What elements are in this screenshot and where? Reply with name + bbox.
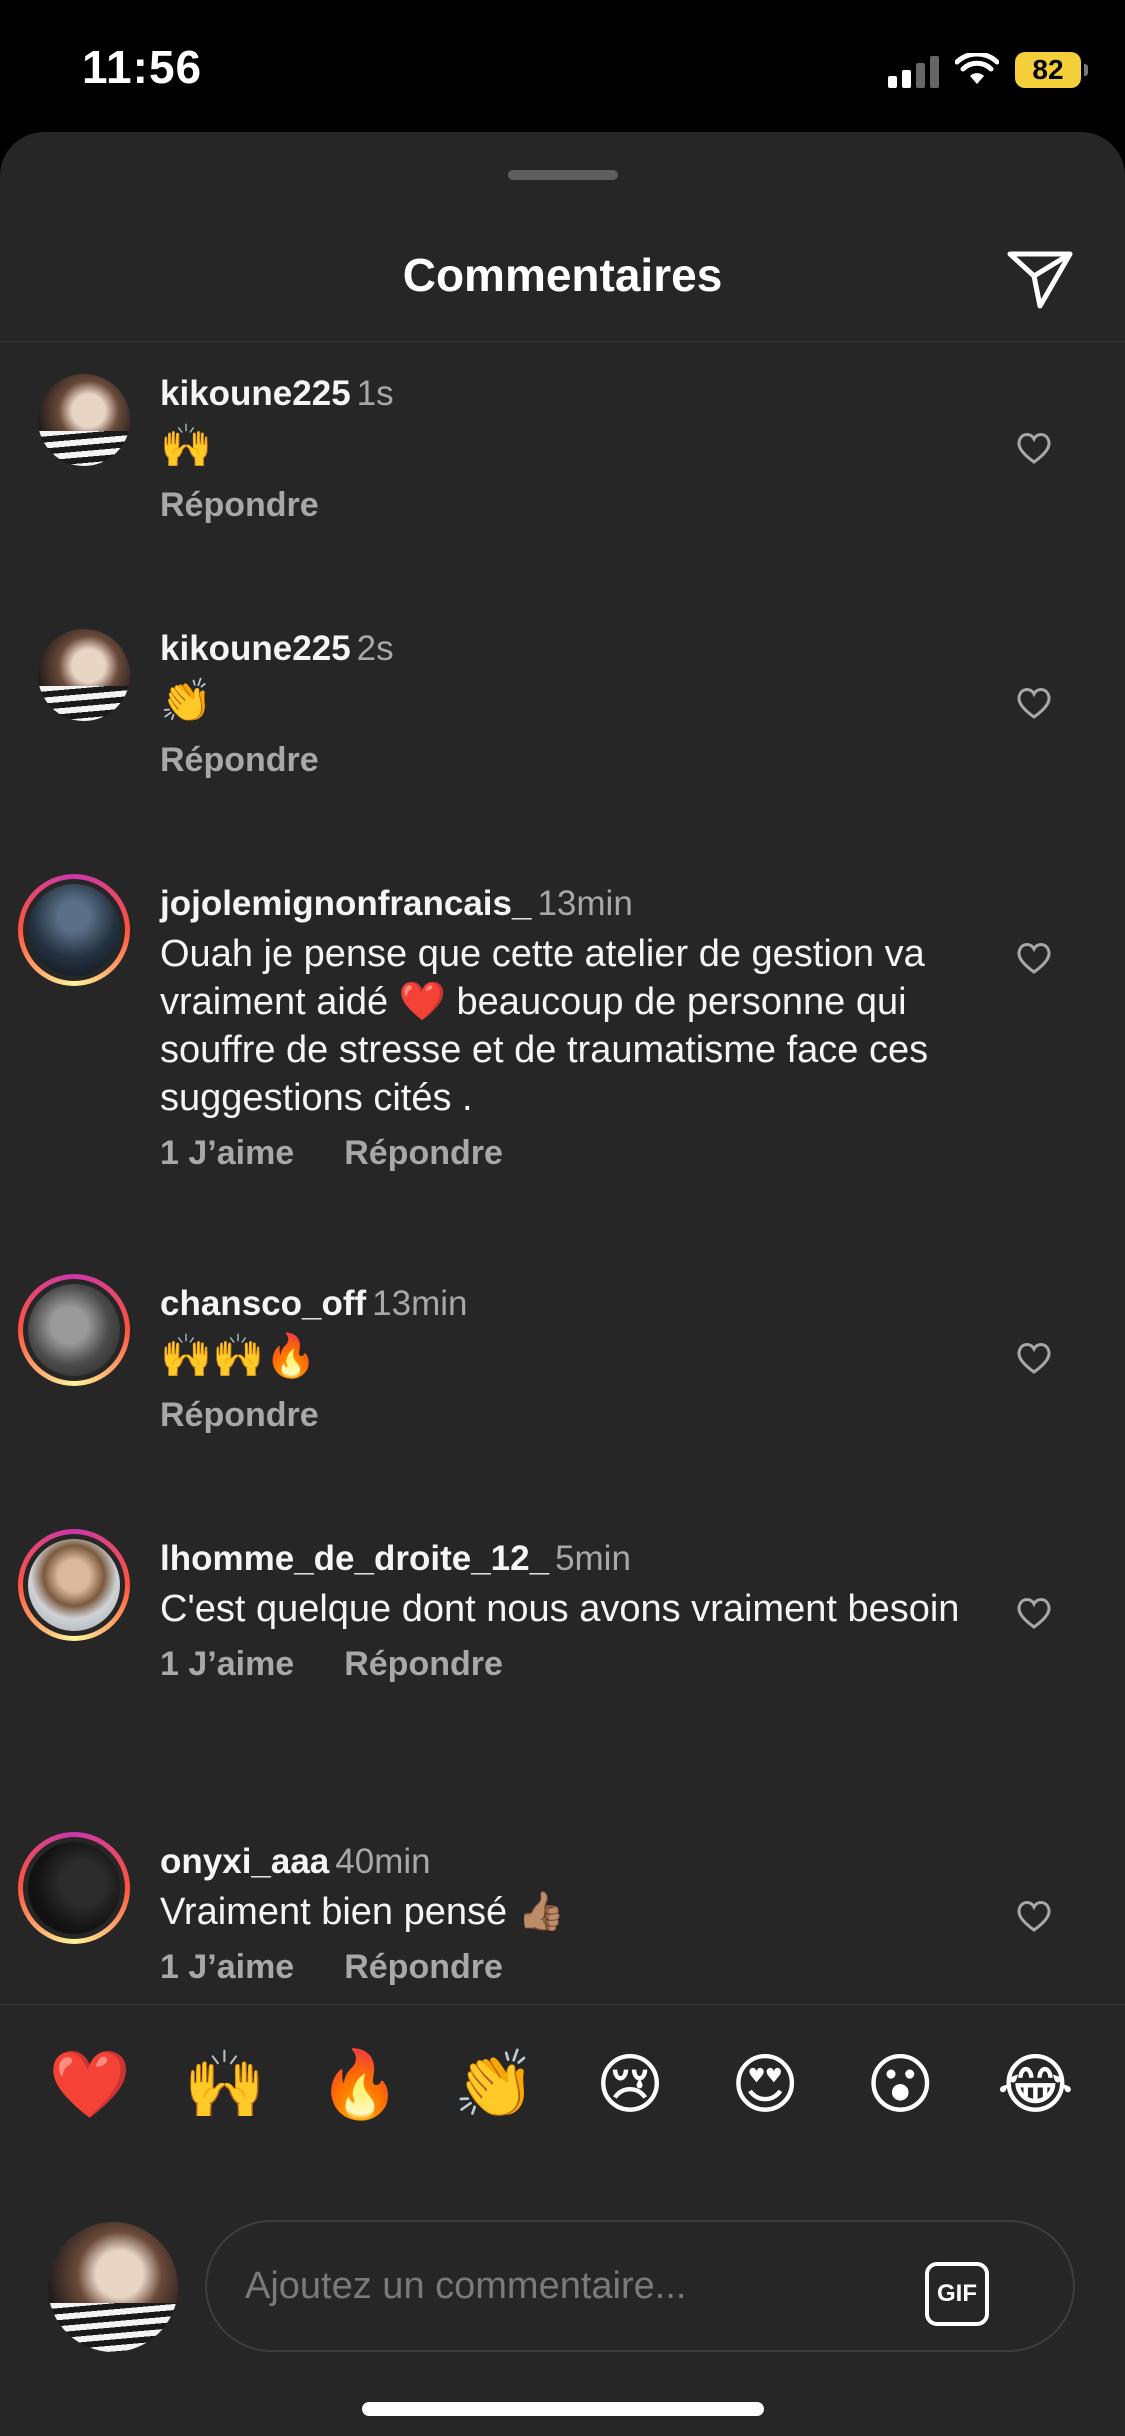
heart-outline-icon[interactable] (1014, 1338, 1054, 1378)
avatar[interactable] (38, 629, 130, 721)
reply-button[interactable]: Répondre (160, 1396, 319, 1434)
heart-outline-icon[interactable] (1014, 1896, 1054, 1936)
reaction-laughing[interactable]: 😂 (980, 2046, 1090, 2123)
status-time: 11:56 (82, 41, 203, 93)
comment-text: 👏 (160, 677, 213, 724)
comment-composer: GIF (0, 2172, 1125, 2352)
likes-count[interactable]: 1 J’aime (160, 1948, 294, 1986)
comment-username[interactable]: jojolemignonfrancais_ (160, 884, 531, 923)
reply-button[interactable]: Répondre (160, 486, 319, 524)
likes-count[interactable]: 1 J’aime (160, 1645, 294, 1683)
cellular-signal-icon (888, 52, 939, 88)
status-icons: 82 (888, 50, 1088, 90)
comment-username[interactable]: chansco_off (160, 1284, 366, 1323)
likes-count[interactable]: 1 J’aime (160, 1134, 294, 1172)
comment-time: 1s (356, 374, 394, 413)
comment-time: 13min (372, 1284, 468, 1323)
paper-plane-icon[interactable] (1004, 242, 1076, 314)
avatar[interactable] (38, 374, 130, 466)
reaction-heart-eyes[interactable]: 😍 (710, 2046, 820, 2123)
comment-username[interactable]: kikoune225 (160, 629, 351, 668)
avatar[interactable] (18, 1832, 130, 1944)
reply-button[interactable]: Répondre (344, 1134, 503, 1172)
reaction-clap[interactable]: 👏 (440, 2046, 550, 2124)
comment-username[interactable]: kikoune225 (160, 374, 351, 413)
reaction-surprised[interactable]: 😮 (845, 2046, 955, 2123)
heart-outline-icon[interactable] (1014, 428, 1054, 468)
comment-username[interactable]: lhomme_de_droite_12_ (160, 1539, 549, 1578)
avatar[interactable] (18, 1529, 130, 1641)
heart-outline-icon[interactable] (1014, 938, 1054, 978)
battery-indicator: 82 (1015, 52, 1088, 88)
comment-username[interactable]: onyxi_aaa (160, 1842, 329, 1881)
my-avatar (48, 2222, 178, 2352)
comments-list[interactable]: kikoune225 1s 🙌 Répondre kikoune225 2s 👏 R… (0, 372, 1125, 2004)
heart-outline-icon[interactable] (1014, 1593, 1054, 1633)
quick-reactions-bar: ❤️ 🙌 🔥 👏 😢 😍 😮 😂 (0, 2004, 1125, 2164)
comment-time: 5min (555, 1539, 631, 1578)
comment-time: 40min (335, 1842, 431, 1881)
reply-button[interactable]: Répondre (344, 1645, 503, 1683)
reaction-raised-hands[interactable]: 🙌 (170, 2046, 280, 2124)
comment-text: 🙌🙌🔥 (160, 1332, 317, 1379)
heart-outline-icon[interactable] (1014, 683, 1054, 723)
comment-text: 🙌 (160, 422, 213, 469)
reaction-crying[interactable]: 😢 (575, 2046, 685, 2123)
comment-time: 2s (356, 629, 394, 668)
wifi-icon (955, 53, 999, 84)
comment-text: C'est quelque dont nous avons vraiment b… (160, 1588, 960, 1630)
comment-text: Ouah je pense que cette atelier de gesti… (160, 933, 929, 1119)
sheet-grabber[interactable] (508, 170, 618, 180)
avatar[interactable] (18, 1274, 130, 1386)
status-bar: 11:56 82 (0, 0, 1125, 130)
gif-button[interactable]: GIF (925, 2262, 989, 2326)
home-indicator (362, 2402, 764, 2416)
reply-button[interactable]: Répondre (344, 1948, 503, 1986)
reaction-fire[interactable]: 🔥 (305, 2046, 415, 2124)
reply-button[interactable]: Répondre (160, 741, 319, 779)
comment-time: 13min (537, 884, 633, 923)
avatar[interactable] (18, 874, 130, 986)
comments-sheet: Commentaires kikoune225 1s 🙌 Répondre kik… (0, 132, 1125, 2436)
comment-text: Vraiment bien pensé 👍🏽 (160, 1891, 566, 1933)
sheet-title: Commentaires (402, 249, 723, 301)
reaction-heart[interactable]: ❤️ (35, 2046, 145, 2124)
